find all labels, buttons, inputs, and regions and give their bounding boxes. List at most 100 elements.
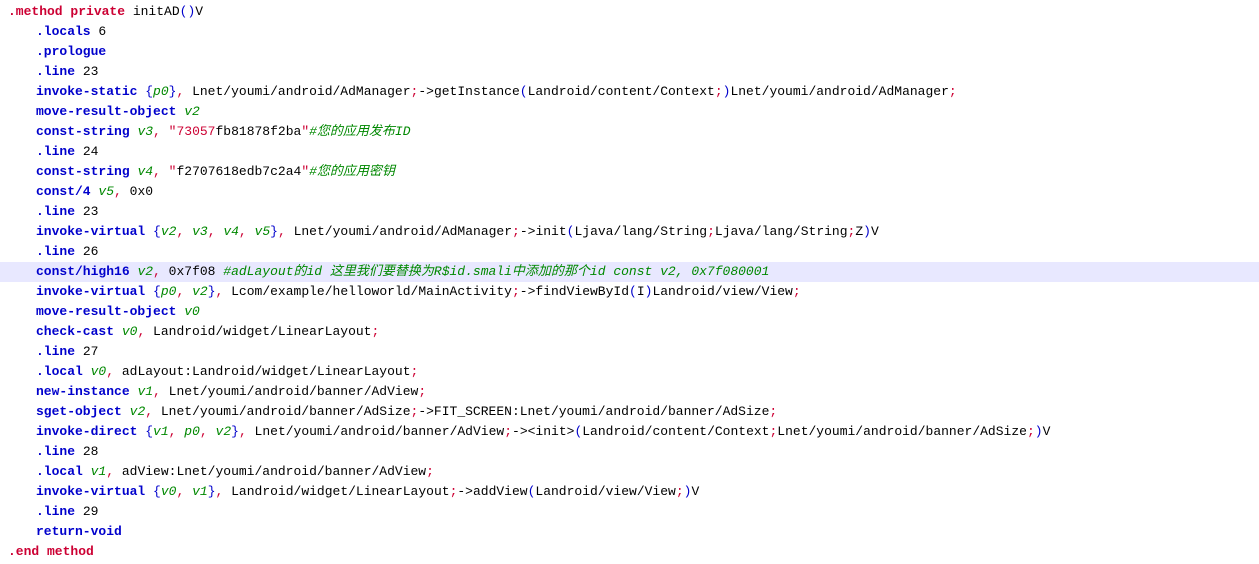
code-token: adLayout:Landroid/widget/LinearLayout [114, 364, 410, 379]
code-token: .line [36, 244, 75, 259]
code-token: .line [36, 344, 75, 359]
code-token: ->getInstance [418, 84, 519, 99]
code-token: { [153, 284, 161, 299]
code-token [184, 284, 192, 299]
code-token: v5 [98, 184, 114, 199]
code-token: initAD [125, 4, 180, 19]
code-token: v1 [153, 424, 169, 439]
code-line: new-instance v1, Lnet/youmi/android/bann… [0, 382, 1259, 402]
code-token: Landroid/widget/LinearLayout [223, 484, 449, 499]
code-token: ->FIT_SCREEN:Lnet/youmi/android/banner/A… [418, 404, 769, 419]
code-token [122, 404, 130, 419]
code-token: , [153, 124, 161, 139]
code-token: move-result-object [36, 104, 176, 119]
code-token: } [208, 284, 216, 299]
code-token: Lnet/youmi/android/banner/AdSize [153, 404, 410, 419]
code-token: Lcom/example/helloworld/MainActivity [223, 284, 512, 299]
code-line: invoke-virtual {v2, v3, v4, v5}, Lnet/yo… [0, 222, 1259, 242]
code-token: , [106, 364, 114, 379]
code-token: .locals [36, 24, 91, 39]
code-line: sget-object v2, Lnet/youmi/android/banne… [0, 402, 1259, 422]
code-token: 0x0 [122, 184, 153, 199]
code-token: v3 [192, 224, 208, 239]
code-token: 28 [75, 444, 98, 459]
code-token: return-void [36, 524, 122, 539]
code-token: ; [411, 364, 419, 379]
code-line: move-result-object v0 [0, 302, 1259, 322]
code-token: invoke-direct [36, 424, 137, 439]
code-token: v0 [161, 484, 177, 499]
code-token: ; [707, 224, 715, 239]
code-token: const-string [36, 164, 130, 179]
code-line: .line 23 [0, 202, 1259, 222]
code-token: ; [512, 284, 520, 299]
code-token: Lnet/youmi/android/AdManager [730, 84, 948, 99]
code-token: v4 [223, 224, 239, 239]
code-line: .prologue [0, 42, 1259, 62]
code-line: invoke-static {p0}, Lnet/youmi/android/A… [0, 82, 1259, 102]
code-line: invoke-virtual {p0, v2}, Lcom/example/he… [0, 282, 1259, 302]
code-token: #adLayout的id 这里我们要替换为R$id.smali中添加的那个id … [223, 264, 769, 279]
code-token: ; [769, 404, 777, 419]
code-token: , [106, 464, 114, 479]
code-line: return-void [0, 522, 1259, 542]
code-token: const/high16 [36, 264, 130, 279]
code-token: " [301, 164, 309, 179]
code-token: fb81878f2ba [215, 124, 301, 139]
code-line: const/4 v5, 0x0 [0, 182, 1259, 202]
code-token: Lnet/youmi/android/banner/AdView [247, 424, 504, 439]
code-token: invoke-virtual [36, 484, 145, 499]
code-token: invoke-virtual [36, 284, 145, 299]
code-token: V [195, 4, 203, 19]
code-token: Landroid/content/Context [582, 424, 769, 439]
code-token: .line [36, 64, 75, 79]
code-token: check-cast [36, 324, 114, 339]
code-token [83, 364, 91, 379]
code-token [145, 484, 153, 499]
code-token: } [231, 424, 239, 439]
code-token [161, 164, 169, 179]
code-token: .prologue [36, 44, 106, 59]
code-token: V [691, 484, 699, 499]
code-token: , [153, 264, 161, 279]
code-token: v0 [184, 304, 200, 319]
code-token: ; [372, 324, 380, 339]
code-token [145, 284, 153, 299]
code-token: ) [863, 224, 871, 239]
code-token: Lnet/youmi/android/AdManager [286, 224, 512, 239]
code-token: const-string [36, 124, 130, 139]
code-token: .line [36, 204, 75, 219]
code-token: v5 [255, 224, 271, 239]
code-token [114, 324, 122, 339]
code-token: ( [629, 284, 637, 299]
code-token: .line [36, 144, 75, 159]
code-token: v1 [192, 484, 208, 499]
code-token: 0x7f08 [161, 264, 223, 279]
code-line: .end method [0, 542, 1259, 562]
code-token: ; [504, 424, 512, 439]
code-token: , [239, 224, 247, 239]
code-token: v0 [91, 364, 107, 379]
code-line: .locals 6 [0, 22, 1259, 42]
code-token: ->init [520, 224, 567, 239]
code-line: .line 23 [0, 62, 1259, 82]
code-token: v3 [137, 124, 153, 139]
code-token: .end method [8, 544, 94, 559]
code-token: move-result-object [36, 304, 176, 319]
code-token: v4 [137, 164, 153, 179]
code-token: p0 [153, 84, 169, 99]
code-token: 26 [75, 244, 98, 259]
code-token: 23 [75, 64, 98, 79]
code-line: const-string v4, "f2707618edb7c2a4"#您的应用… [0, 162, 1259, 182]
code-token [161, 124, 169, 139]
code-token: #您的应用发布ID [309, 124, 410, 139]
code-token: Lnet/youmi/android/banner/AdSize [777, 424, 1027, 439]
code-token: p0 [184, 424, 200, 439]
code-token: ; [426, 464, 434, 479]
code-token: sget-object [36, 404, 122, 419]
code-line: .local v0, adLayout:Landroid/widget/Line… [0, 362, 1259, 382]
code-token: v0 [122, 324, 138, 339]
code-token: Lnet/youmi/android/banner/AdView [161, 384, 418, 399]
code-line: .line 27 [0, 342, 1259, 362]
code-token: invoke-virtual [36, 224, 145, 239]
